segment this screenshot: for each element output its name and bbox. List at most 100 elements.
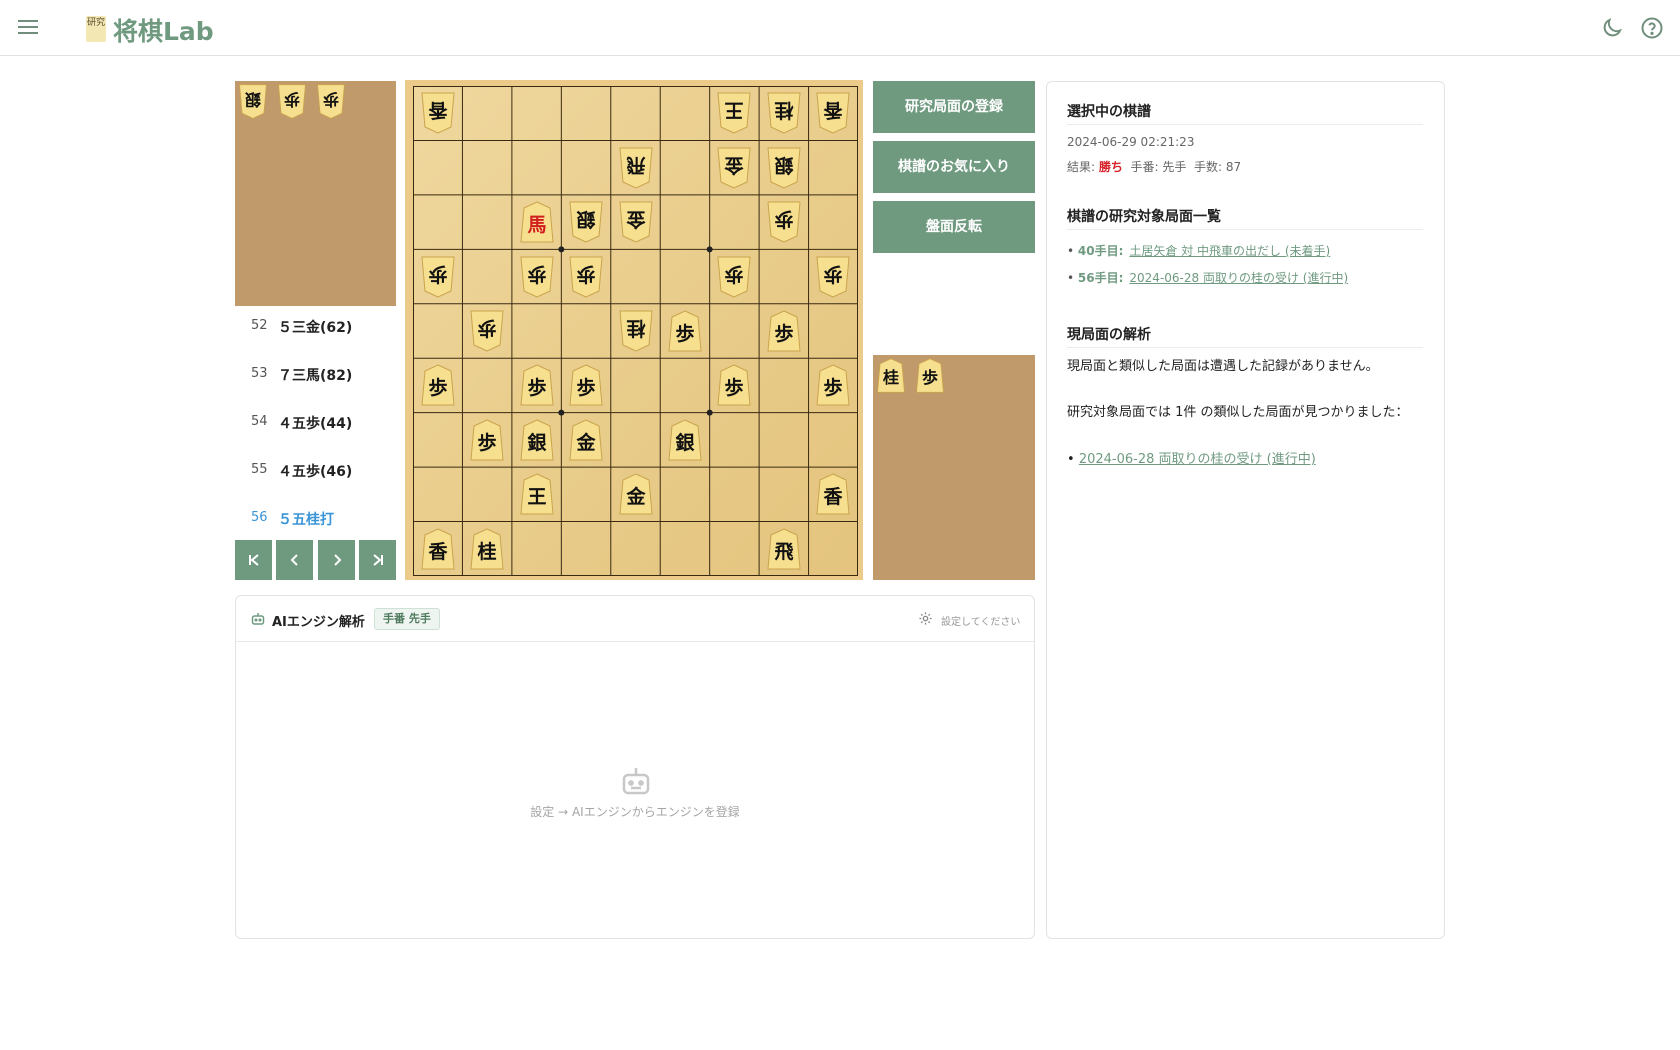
register-position-button[interactable]: 研究局面の登録 <box>873 81 1035 133</box>
move-number: 56 <box>251 510 268 525</box>
board-piece[interactable]: 桂 <box>765 91 803 135</box>
research-item: • 40手目: 土居矢倉 対 中飛車の出だし (未着手) <box>1067 244 1331 258</box>
board-piece[interactable]: 銀 <box>666 418 704 462</box>
move-number: 54 <box>251 414 268 429</box>
board-piece[interactable]: 桂 <box>468 527 506 571</box>
svg-text:歩: 歩 <box>577 376 596 399</box>
svg-text:銀: 銀 <box>577 208 596 231</box>
kifu-info-panel: 選択中の棋譜 2024-06-29 02:21:23 結果: 勝ち 手番: 先手… <box>1046 81 1445 939</box>
svg-text:歩: 歩 <box>527 376 546 399</box>
research-item-label: 56手目: <box>1077 271 1124 285</box>
svg-text:金: 金 <box>724 154 745 177</box>
board-piece[interactable]: 歩 <box>765 309 803 353</box>
app-title[interactable]: 将棋Lab <box>113 12 214 48</box>
board-piece[interactable]: 歩 <box>468 309 506 353</box>
kifu-move-row[interactable]: 56 ５五桂打 <box>235 498 396 538</box>
moon-icon[interactable] <box>1600 16 1624 40</box>
board-piece[interactable]: 香 <box>419 527 457 571</box>
board-piece[interactable]: 歩 <box>419 363 457 407</box>
kifu-summary: 結果: 勝ち 手番: 先手 手数: 87 <box>1067 158 1241 175</box>
board-piece[interactable]: 桂 <box>617 309 655 353</box>
svg-text:香: 香 <box>427 541 448 563</box>
board-piece[interactable]: 歩 <box>666 309 704 353</box>
svg-text:馬: 馬 <box>527 214 546 236</box>
ai-panel-title: AIエンジン解析 <box>272 615 365 630</box>
board-star-point <box>558 409 565 416</box>
board-piece[interactable]: 銀 <box>567 200 605 244</box>
svg-text:桂: 桂 <box>774 99 794 122</box>
board-piece[interactable]: 金 <box>715 146 753 190</box>
board-piece[interactable]: 金 <box>617 472 655 516</box>
logo-badge: 研究 <box>86 16 106 42</box>
moves-count: 手数: 87 <box>1194 160 1242 174</box>
svg-text:銀: 銀 <box>675 431 694 454</box>
captured-piece[interactable]: 銀 <box>237 83 269 119</box>
board-piece[interactable]: 歩 <box>518 255 556 299</box>
board-piece[interactable]: 歩 <box>567 363 605 407</box>
svg-text:歩: 歩 <box>577 263 596 286</box>
svg-text:飛: 飛 <box>626 154 645 176</box>
svg-text:歩: 歩 <box>824 376 843 399</box>
research-item-link[interactable]: 土居矢倉 対 中飛車の出だし (未着手) <box>1129 244 1330 258</box>
board-piece[interactable]: 香 <box>419 91 457 135</box>
board-star-point <box>706 409 713 416</box>
board-piece[interactable]: 銀 <box>765 146 803 190</box>
board-piece[interactable]: 香 <box>814 472 852 516</box>
next-move-button[interactable] <box>318 540 355 580</box>
favorite-kifu-button[interactable]: 棋譜のお気に入り <box>873 141 1035 193</box>
board-piece[interactable]: 王 <box>518 472 556 516</box>
flip-board-button[interactable]: 盤面反転 <box>873 201 1035 253</box>
board-piece[interactable]: 歩 <box>814 255 852 299</box>
board-piece[interactable]: 銀 <box>518 418 556 462</box>
board-piece[interactable]: 歩 <box>419 255 457 299</box>
board-piece[interactable]: 王 <box>715 91 753 135</box>
last-move-button[interactable] <box>359 540 396 580</box>
captured-piece[interactable]: 桂 <box>875 357 907 393</box>
analysis-match-link[interactable]: 2024-06-28 両取りの桂の受け (進行中) <box>1079 452 1316 467</box>
prev-move-button[interactable] <box>276 540 313 580</box>
robot-icon <box>250 611 266 627</box>
kifu-move-row[interactable]: 54 ４五歩(44) <box>235 402 396 442</box>
svg-text:王: 王 <box>725 99 744 121</box>
kifu-move-row[interactable]: 52 ５三金(62) <box>235 306 396 346</box>
gote-captured-pieces: 銀歩歩 <box>235 81 396 306</box>
board-piece[interactable]: 飛 <box>617 146 655 190</box>
board-piece[interactable]: 歩 <box>567 255 605 299</box>
board-piece[interactable]: 歩 <box>518 363 556 407</box>
board-piece[interactable]: 歩 <box>715 363 753 407</box>
help-circle-icon[interactable] <box>1640 16 1664 40</box>
svg-text:銀: 銀 <box>774 154 793 177</box>
move-notation: ５五桂打 <box>278 512 334 528</box>
board-piece[interactable]: 歩 <box>715 255 753 299</box>
svg-text:歩: 歩 <box>323 90 339 109</box>
research-item-label: 40手目: <box>1077 244 1124 258</box>
svg-text:歩: 歩 <box>284 90 300 109</box>
move-number: 53 <box>251 366 268 381</box>
ai-settings-link[interactable]: 設定してください <box>941 613 1020 628</box>
research-item-link[interactable]: 2024-06-28 両取りの桂の受け (進行中) <box>1129 271 1348 285</box>
captured-piece[interactable]: 歩 <box>276 83 308 119</box>
kifu-move-row[interactable]: 55 ４五歩(46) <box>235 450 396 490</box>
result-label: 結果: <box>1067 160 1096 174</box>
kifu-datetime: 2024-06-29 02:21:23 <box>1067 135 1195 149</box>
captured-piece[interactable]: 歩 <box>315 83 347 119</box>
board-piece[interactable]: 馬 <box>518 200 556 244</box>
svg-text:歩: 歩 <box>428 376 447 399</box>
svg-text:歩: 歩 <box>675 322 694 345</box>
board-piece[interactable]: 歩 <box>765 200 803 244</box>
board-piece[interactable]: 金 <box>617 200 655 244</box>
move-number: 55 <box>251 462 268 477</box>
svg-text:歩: 歩 <box>824 263 843 286</box>
gear-icon[interactable] <box>918 611 933 626</box>
board-piece[interactable]: 金 <box>567 418 605 462</box>
board-piece[interactable]: 香 <box>814 91 852 135</box>
board-piece[interactable]: 歩 <box>468 418 506 462</box>
kifu-move-row[interactable]: 53 ７三馬(82) <box>235 354 396 394</box>
captured-piece[interactable]: 歩 <box>914 357 946 393</box>
svg-text:王: 王 <box>527 486 546 508</box>
svg-text:香: 香 <box>427 99 448 121</box>
menu-icon[interactable] <box>18 18 40 36</box>
board-piece[interactable]: 歩 <box>814 363 852 407</box>
first-move-button[interactable] <box>235 540 272 580</box>
board-piece[interactable]: 飛 <box>765 527 803 571</box>
